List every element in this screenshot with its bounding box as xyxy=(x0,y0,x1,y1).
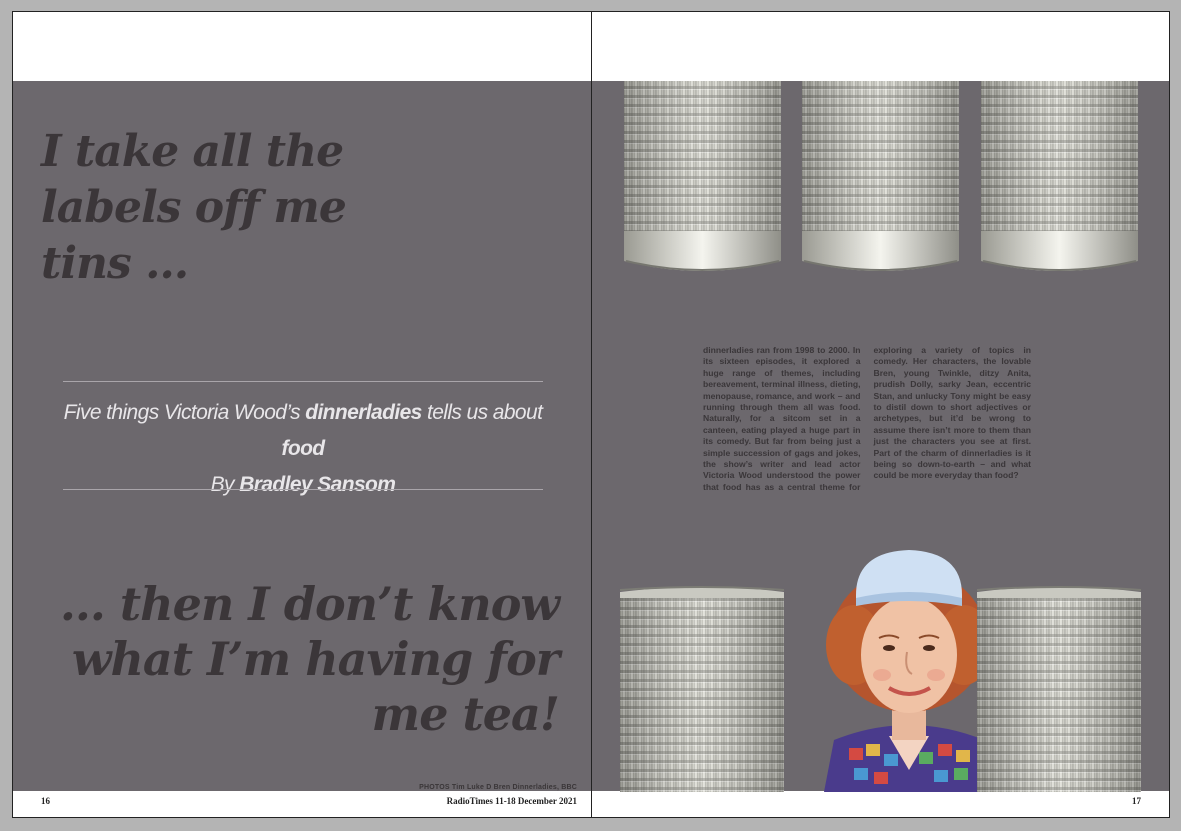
page-number: 16 xyxy=(41,796,50,806)
left-page: I take all the labels off me tins … Five… xyxy=(12,11,592,818)
standfirst-food: food xyxy=(281,437,325,460)
tin-can-icon xyxy=(624,81,781,271)
divider-rule xyxy=(63,381,543,382)
headline-top: I take all the labels off me tins … xyxy=(41,126,347,289)
right-page: dinnerladies ran from 1998 to 2000. In i… xyxy=(591,11,1170,818)
tin-can-icon xyxy=(620,586,784,792)
standfirst-lead: Five things Victoria Wood’s xyxy=(63,401,306,424)
issue-line: RadioTimes 11-18 December 2021 xyxy=(446,796,577,806)
standfirst: Five things Victoria Wood’s dinnerladies… xyxy=(43,395,563,503)
byline: By Bradley Sansom xyxy=(43,467,563,503)
headline-bottom: … then I don’t know what I’m having for … xyxy=(59,577,560,741)
tin-can-icon xyxy=(977,586,1141,792)
page-footer: 17 xyxy=(592,790,1169,817)
standfirst-mid: tells us about xyxy=(421,401,543,424)
standfirst-show-name: dinnerladies xyxy=(305,401,422,424)
left-panel: I take all the labels off me tins … Five… xyxy=(13,81,591,791)
byline-prefix: By xyxy=(210,473,240,496)
byline-author: Bradley Sansom xyxy=(239,473,396,496)
page-number: 17 xyxy=(1132,796,1141,806)
standfirst-line: Five things Victoria Wood’s dinnerladies… xyxy=(43,395,563,467)
article-body: dinnerladies ran from 1998 to 2000. In i… xyxy=(703,345,1031,492)
tin-can-icon xyxy=(802,81,959,271)
divider-rule xyxy=(63,489,543,490)
tin-can-icon xyxy=(981,81,1138,271)
page-footer: 16 RadioTimes 11-18 December 2021 xyxy=(13,790,591,817)
